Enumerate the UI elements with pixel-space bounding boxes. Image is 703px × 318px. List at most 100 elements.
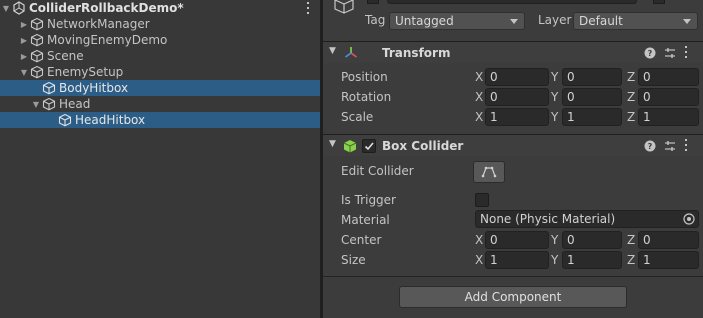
layer-dropdown-value: Default — [579, 14, 623, 28]
help-icon[interactable]: ? — [643, 139, 657, 153]
hierarchy-item-movingenemydemo[interactable]: ▶ MovingEnemyDemo — [0, 32, 320, 48]
is-trigger-label: Is Trigger — [341, 193, 396, 207]
axis-z-label: Z — [627, 90, 636, 104]
hierarchy-item-label: Scene — [47, 49, 84, 63]
svg-text:?: ? — [648, 49, 653, 58]
preset-sliders-icon[interactable] — [663, 46, 677, 60]
axis-x-label: X — [475, 253, 484, 267]
fold-arrow-icon[interactable]: ▼ — [0, 0, 12, 16]
preset-sliders-icon[interactable] — [663, 139, 677, 153]
box-collider-header[interactable]: ▼ Box Collider ? — [323, 134, 703, 156]
gameobject-cube-icon — [30, 17, 44, 31]
layer-dropdown[interactable]: Default — [573, 12, 698, 30]
fold-arrow-icon[interactable]: ▶ — [18, 48, 30, 64]
axis-x-label: X — [475, 110, 484, 124]
is-trigger-checkbox[interactable] — [475, 193, 489, 207]
hierarchy-item-label: BodyHitbox — [59, 81, 129, 95]
axis-y-label: Y — [551, 233, 559, 247]
gameobject-name-field[interactable] — [387, 0, 637, 4]
center-label: Center — [341, 233, 382, 247]
hierarchy-item-bodyhitbox[interactable]: BodyHitbox — [0, 80, 320, 96]
hierarchy-item-scene[interactable]: ▶ Scene — [0, 48, 320, 64]
axis-y-label: Y — [551, 70, 559, 84]
transform-header[interactable]: ▼ Transform ? — [323, 41, 703, 63]
layer-label: Layer — [538, 13, 572, 27]
add-component-button[interactable]: Add Component — [399, 286, 627, 308]
edit-collider-button[interactable] — [473, 161, 505, 183]
hierarchy-item-label: Head — [59, 97, 91, 111]
scale-z-field[interactable]: 1 — [638, 108, 699, 126]
fold-arrow-icon[interactable]: ▶ — [18, 16, 30, 32]
svg-text:?: ? — [648, 142, 653, 151]
scale-label: Scale — [341, 110, 374, 124]
active-checkbox[interactable] — [367, 0, 379, 4]
size-label: Size — [341, 253, 366, 267]
component-menu-icon[interactable] — [684, 45, 688, 59]
rotation-x-field[interactable]: 0 — [485, 88, 549, 106]
position-y-field[interactable]: 0 — [562, 68, 622, 86]
transform-title: Transform — [382, 46, 451, 60]
fold-arrow-icon[interactable]: ▼ — [30, 96, 42, 112]
help-icon[interactable]: ? — [643, 46, 657, 60]
scale-x-field[interactable]: 1 — [485, 108, 549, 126]
center-y-field[interactable]: 0 — [562, 231, 622, 249]
rotation-z-field[interactable]: 0 — [638, 88, 699, 106]
gameobject-cube-icon — [42, 97, 56, 111]
checkmark-icon — [364, 142, 374, 151]
hierarchy-item-label: MovingEnemyDemo — [47, 33, 168, 47]
size-z-field[interactable]: 1 — [638, 251, 699, 269]
tag-dropdown[interactable]: Untagged — [389, 12, 525, 30]
material-field[interactable]: None (Physic Material) — [475, 210, 699, 228]
axis-z-label: Z — [627, 233, 636, 247]
hierarchy-item-label: EnemySetup — [47, 65, 124, 79]
edit-collider-icon — [481, 166, 497, 178]
material-field-value: None (Physic Material) — [480, 212, 616, 226]
tag-label: Tag — [365, 13, 386, 27]
axis-z-label: Z — [627, 70, 636, 84]
scene-header[interactable]: ▼ ColliderRollbackDemo* — [0, 0, 320, 16]
hierarchy-item-enemysetup[interactable]: ▼ EnemySetup — [0, 64, 320, 80]
static-checkbox[interactable] — [653, 0, 665, 4]
fold-arrow-icon[interactable]: ▼ — [18, 64, 30, 80]
hierarchy-item-head[interactable]: ▼ Head — [0, 96, 320, 112]
rotation-label: Rotation — [341, 90, 392, 104]
box-collider-title: Box Collider — [382, 139, 464, 153]
rotation-y-field[interactable]: 0 — [562, 88, 622, 106]
gameobject-cube-icon — [30, 49, 44, 63]
scene-menu-icon[interactable] — [306, 1, 310, 15]
axis-z-label: Z — [627, 110, 636, 124]
center-x-field[interactable]: 0 — [485, 231, 549, 249]
hierarchy-item-networkmanager[interactable]: ▶ NetworkManager — [0, 16, 320, 32]
unity-scene-icon — [13, 1, 25, 15]
hierarchy-item-headhitbox[interactable]: HeadHitbox — [0, 112, 320, 128]
inspector-panel: Tag Untagged Layer Default ▼ Transform ?… — [323, 0, 703, 318]
axis-y-label: Y — [551, 253, 559, 267]
axis-y-label: Y — [551, 110, 559, 124]
component-menu-icon[interactable] — [684, 138, 688, 152]
fold-arrow-icon[interactable]: ▼ — [329, 46, 336, 56]
center-z-field[interactable]: 0 — [638, 231, 699, 249]
box-collider-icon — [343, 140, 357, 153]
gameobject-cube-icon — [30, 33, 44, 47]
transform-axes-icon — [345, 47, 357, 58]
hierarchy-panel: ▼ ColliderRollbackDemo* ▶ NetworkManager… — [0, 0, 320, 318]
chevron-down-icon — [683, 19, 691, 24]
gameobject-large-icon — [334, 0, 354, 14]
axis-y-label: Y — [551, 90, 559, 104]
section-divider — [323, 276, 703, 277]
hierarchy-item-label: NetworkManager — [47, 17, 150, 31]
gameobject-cube-icon — [42, 81, 56, 95]
size-y-field[interactable]: 1 — [562, 251, 622, 269]
size-x-field[interactable]: 1 — [485, 251, 549, 269]
box-collider-enabled-checkbox[interactable] — [362, 139, 376, 153]
fold-arrow-icon[interactable]: ▶ — [18, 32, 30, 48]
position-z-field[interactable]: 0 — [638, 68, 699, 86]
edit-collider-label: Edit Collider — [341, 164, 414, 178]
scene-name: ColliderRollbackDemo* — [29, 1, 184, 15]
tag-dropdown-value: Untagged — [395, 14, 454, 28]
axis-x-label: X — [475, 233, 484, 247]
object-picker-icon[interactable] — [682, 212, 696, 226]
position-x-field[interactable]: 0 — [485, 68, 549, 86]
fold-arrow-icon[interactable]: ▼ — [329, 139, 336, 149]
scale-y-field[interactable]: 1 — [562, 108, 622, 126]
